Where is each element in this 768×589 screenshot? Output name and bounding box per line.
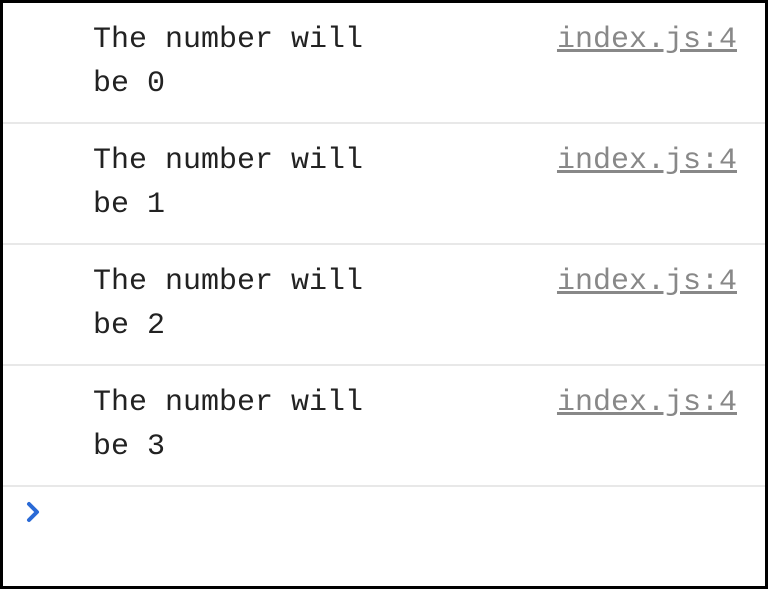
console-prompt-row [3,487,765,537]
console-log-entry: The number will be 2 index.js:4 [3,245,765,366]
console-log-message: The number will be 2 [93,261,413,348]
console-panel: The number will be 0 index.js:4 The numb… [3,3,765,586]
console-log-entry: The number will be 0 index.js:4 [3,3,765,124]
console-input[interactable] [55,497,747,527]
console-log-entry: The number will be 1 index.js:4 [3,124,765,245]
console-log-message: The number will be 3 [93,382,413,469]
prompt-chevron-icon [21,500,45,524]
console-log-source-link[interactable]: index.js:4 [557,382,737,426]
console-log-entry: The number will be 3 index.js:4 [3,366,765,487]
console-log-source-link[interactable]: index.js:4 [557,140,737,184]
console-log-source-link[interactable]: index.js:4 [557,19,737,63]
console-log-message: The number will be 0 [93,19,413,106]
console-log-message: The number will be 1 [93,140,413,227]
console-log-source-link[interactable]: index.js:4 [557,261,737,305]
